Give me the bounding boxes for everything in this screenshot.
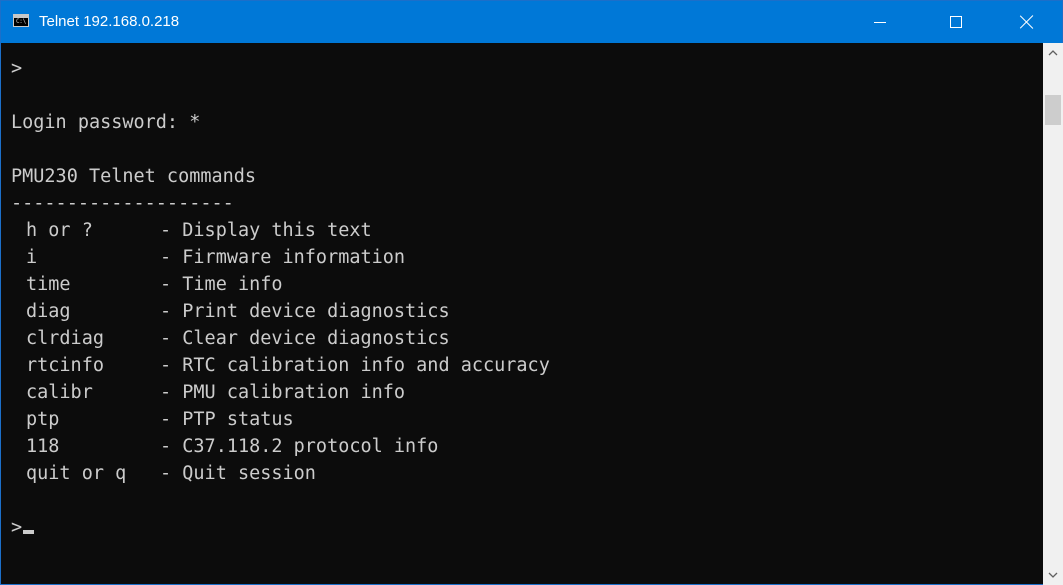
- command-description: - Time info: [160, 274, 283, 295]
- command-key: h or ?: [26, 220, 93, 241]
- command-key: 118: [26, 436, 60, 457]
- command-row: rtcinfo - RTC calibration info and accur…: [11, 352, 550, 379]
- command-row: time - Time info: [11, 271, 283, 298]
- command-key: rtcinfo: [26, 355, 104, 376]
- window-title: Telnet 192.168.0.218: [39, 13, 180, 30]
- command-row: quit or q - Quit session: [11, 460, 316, 487]
- command-key: quit or q: [26, 463, 127, 484]
- scroll-down-button[interactable]: [1043, 565, 1063, 585]
- close-button[interactable]: [1004, 1, 1050, 43]
- chevron-down-icon: [1048, 572, 1058, 578]
- command-row: diag - Print device diagnostics: [11, 298, 450, 325]
- command-key: diag: [26, 301, 71, 322]
- scroll-up-button[interactable]: [1043, 43, 1063, 63]
- input-line[interactable]: >: [11, 514, 35, 541]
- command-row: i - Firmware information: [11, 244, 405, 271]
- command-row: ptp - PTP status: [11, 406, 294, 433]
- command-description: - C37.118.2 protocol info: [160, 436, 439, 457]
- console-icon-label: C:\: [16, 18, 26, 25]
- command-description: - PMU calibration info: [160, 382, 406, 403]
- text-cursor: [23, 530, 35, 534]
- scroll-thumb[interactable]: [1045, 95, 1061, 125]
- command-description: - Firmware information: [160, 247, 406, 268]
- minimize-button[interactable]: [857, 1, 903, 43]
- console-line: >: [11, 58, 23, 79]
- command-key: time: [26, 274, 71, 295]
- command-key: clrdiag: [26, 328, 104, 349]
- command-description: - Print device diagnostics: [160, 301, 450, 322]
- title-bar[interactable]: C:\ Telnet 192.168.0.218: [1, 1, 1062, 43]
- command-row: calibr - PMU calibration info: [11, 379, 405, 406]
- command-key: ptp: [26, 409, 60, 430]
- close-icon: [1020, 15, 1034, 29]
- commands-heading: PMU230 Telnet commands: [11, 166, 257, 187]
- command-description: - Clear device diagnostics: [160, 328, 450, 349]
- maximize-icon: [950, 16, 962, 28]
- command-description: - Quit session: [160, 463, 316, 484]
- console-output[interactable]: > Login password: * PMU230 Telnet comman…: [2, 43, 1042, 585]
- command-description: - PTP status: [160, 409, 294, 430]
- command-prompt: >: [11, 517, 23, 538]
- command-key: i: [26, 247, 38, 268]
- vertical-scrollbar[interactable]: [1043, 43, 1063, 585]
- command-row: h or ? - Display this text: [11, 217, 372, 244]
- maximize-button[interactable]: [933, 1, 979, 43]
- heading-underline: --------------------: [11, 193, 234, 214]
- command-description: - RTC calibration info and accuracy: [160, 355, 550, 376]
- login-prompt-line: Login password: *: [11, 112, 201, 133]
- console-icon[interactable]: C:\: [13, 14, 29, 27]
- command-row: clrdiag - Clear device diagnostics: [11, 325, 450, 352]
- command-row: 118 - C37.118.2 protocol info: [11, 433, 438, 460]
- minimize-icon: [874, 21, 886, 23]
- command-description: - Display this text: [160, 220, 372, 241]
- telnet-window: C:\ Telnet 192.168.0.218 > Login passwor…: [0, 0, 1063, 585]
- command-key: calibr: [26, 382, 93, 403]
- chevron-up-icon: [1048, 50, 1058, 56]
